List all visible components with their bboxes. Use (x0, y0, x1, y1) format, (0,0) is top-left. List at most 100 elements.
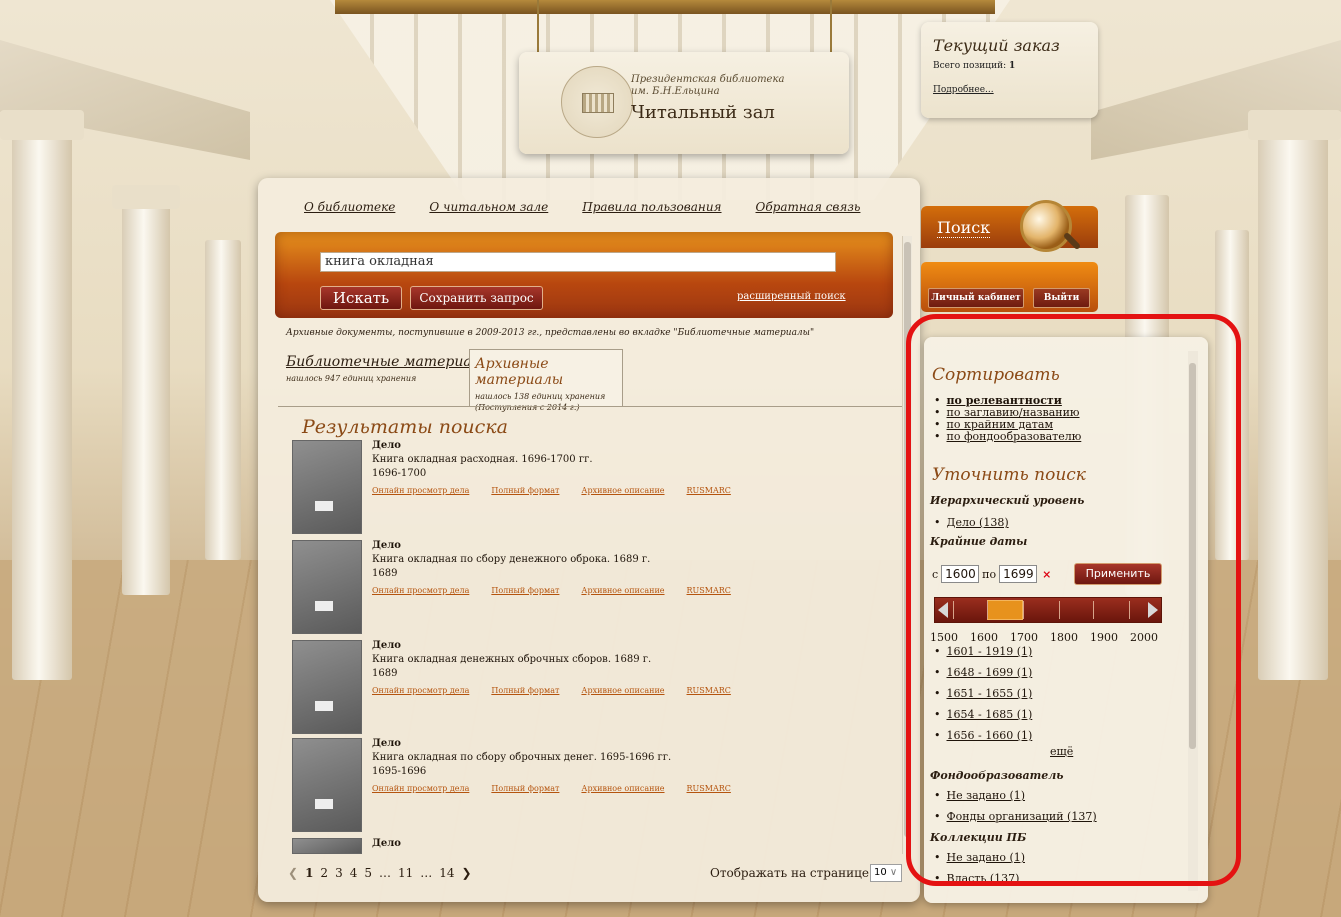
nav-rules[interactable]: Правила пользования (582, 200, 721, 214)
page-link[interactable]: 2 (320, 866, 328, 880)
date-from-input[interactable]: 1600 (941, 565, 980, 583)
sidebar-scrollbar[interactable] (1188, 351, 1198, 891)
ceiling-frame (335, 0, 995, 14)
tab-title[interactable]: Архивные материалы (475, 356, 617, 388)
order-count-label: Всего позиций: (933, 61, 1007, 71)
result-thumbnail[interactable] (292, 738, 362, 832)
full-format-link[interactable]: Полный формат (491, 686, 559, 695)
result-kind: Дело (372, 738, 401, 749)
date-range: с 1600 по 1699 × (932, 565, 1057, 583)
result-thumbnail[interactable] (292, 640, 362, 734)
scrollbar-thumb[interactable] (1189, 363, 1196, 749)
online-view-link[interactable]: Онлайн просмотр дела (372, 586, 469, 595)
tab-subtitle: нашлось 947 единиц хранения (286, 374, 417, 383)
advanced-search-link[interactable]: расширенный поиск (737, 291, 846, 302)
archive-description-link[interactable]: Архивное описание (581, 784, 664, 793)
result-kind: Дело (372, 640, 401, 651)
full-format-link[interactable]: Полный формат (491, 784, 559, 793)
archive-description-link[interactable]: Архивное описание (581, 486, 664, 495)
online-view-link[interactable]: Онлайн просмотр дела (372, 686, 469, 695)
date-range-link[interactable]: 1656 - 1660 (1) (947, 729, 1033, 742)
archive-notice: Архивные документы, поступившие в 2009-2… (286, 328, 815, 338)
slider-selected-range[interactable] (987, 600, 1023, 620)
search-tab-label[interactable]: Поиск (937, 218, 991, 238)
tab-title[interactable]: Библиотечные материалы (286, 354, 492, 370)
page-link[interactable]: 11 (398, 866, 413, 880)
header-plaque: Президентская библиотека им. Б.Н.Ельцина… (519, 52, 849, 154)
date-slider[interactable] (934, 597, 1162, 623)
result-thumbnail[interactable] (292, 540, 362, 634)
online-view-link[interactable]: Онлайн просмотр дела (372, 784, 469, 793)
page-link[interactable]: 1 (305, 866, 313, 880)
next-page-icon[interactable]: ❯ (462, 866, 472, 880)
result-thumbnail[interactable] (292, 838, 362, 854)
founder-link[interactable]: Не задано (1) (947, 789, 1026, 802)
founder-link[interactable]: Фонды организаций (137) (947, 810, 1097, 823)
rusmarc-link[interactable]: RUSMARC (687, 686, 731, 695)
date-range-link[interactable]: 1654 - 1685 (1) (947, 708, 1033, 721)
founder-options: Не задано (1) Фонды организаций (137) (934, 785, 1097, 827)
order-count-value: 1 (1009, 61, 1016, 71)
date-range-link[interactable]: 1651 - 1655 (1) (947, 687, 1033, 700)
page-link[interactable]: 4 (350, 866, 358, 880)
archive-description-link[interactable]: Архивное описание (581, 686, 664, 695)
tab-library-materials[interactable]: Библиотечные материалы нашлось 947 едини… (286, 354, 492, 383)
full-format-link[interactable]: Полный формат (491, 486, 559, 495)
slider-left-arrow-icon[interactable] (938, 602, 948, 618)
founder-option: Не задано (1) (934, 785, 1097, 806)
main-panel: О библиотеке О читальном зале Правила по… (258, 178, 920, 902)
result-years: 1696-1700 (372, 468, 427, 479)
date-range-link[interactable]: 1601 - 1919 (1) (947, 645, 1033, 658)
slider-tick (1093, 601, 1094, 619)
result-item: Дело (292, 838, 852, 854)
results-heading: Результаты поиска (302, 416, 508, 438)
search-input[interactable]: книга окладная (320, 252, 836, 272)
tab-note: (Поступления с 2014 г.) (475, 403, 580, 412)
clear-dates-icon[interactable]: × (1042, 568, 1051, 581)
date-range-link[interactable]: 1648 - 1699 (1) (947, 666, 1033, 679)
slider-right-arrow-icon[interactable] (1148, 602, 1158, 618)
slider-tick (1059, 601, 1060, 619)
collection-link[interactable]: Не задано (1) (947, 851, 1026, 864)
thumbnail-label (315, 799, 333, 809)
tab-archive-materials[interactable]: Архивные материалы нашлось 138 единиц хр… (469, 349, 623, 412)
search-button[interactable]: Искать (320, 286, 402, 310)
archive-description-link[interactable]: Архивное описание (581, 586, 664, 595)
rusmarc-link[interactable]: RUSMARC (687, 486, 731, 495)
full-format-link[interactable]: Полный формат (491, 586, 559, 595)
per-page-select[interactable]: 10 ∨ (870, 864, 902, 882)
collection-link[interactable]: Власть (137) (947, 872, 1020, 885)
scrollbar-thumb[interactable] (904, 242, 911, 837)
results-scrollbar[interactable] (902, 236, 912, 854)
scale-label: 2000 (1130, 631, 1158, 644)
date-from-label: с (932, 567, 939, 581)
level-link[interactable]: Дело (138) (947, 516, 1009, 529)
pagination: ❮ 1 2 3 4 5 … 11 … 14 ❯ (288, 866, 472, 880)
online-view-link[interactable]: Онлайн просмотр дела (372, 486, 469, 495)
prev-page-icon[interactable]: ❮ (288, 866, 298, 880)
more-dates-link[interactable]: ещё (1050, 745, 1073, 758)
logout-button[interactable]: Выйти (1033, 288, 1090, 308)
nav-feedback[interactable]: Обратная связь (756, 200, 861, 214)
page-link[interactable]: 3 (335, 866, 343, 880)
rusmarc-link[interactable]: RUSMARC (687, 586, 731, 595)
save-query-button[interactable]: Сохранить запрос (410, 286, 543, 310)
slider-tick (1129, 601, 1130, 619)
nav-about-library[interactable]: О библиотеке (304, 200, 395, 214)
date-to-input[interactable]: 1699 (999, 565, 1038, 583)
hall-title: Читальный зал (631, 102, 775, 123)
page-link[interactable]: 14 (439, 866, 454, 880)
sort-options: по релевантности по заглавию/названию по… (934, 395, 1082, 443)
dates-heading: Крайние даты (930, 535, 1028, 548)
apply-dates-button[interactable]: Применить (1074, 563, 1162, 585)
sort-founder-link[interactable]: по фондообразователю (947, 430, 1082, 443)
personal-cabinet-button[interactable]: Личный кабинет (928, 288, 1024, 308)
column (205, 240, 241, 560)
page-link[interactable]: 5 (364, 866, 372, 880)
result-years: 1689 (372, 568, 398, 579)
result-thumbnail[interactable] (292, 440, 362, 534)
scale-label: 1900 (1090, 631, 1118, 644)
order-details-link[interactable]: Подробнее... (933, 85, 1086, 95)
rusmarc-link[interactable]: RUSMARC (687, 784, 731, 793)
nav-about-hall[interactable]: О читальном зале (429, 200, 548, 214)
